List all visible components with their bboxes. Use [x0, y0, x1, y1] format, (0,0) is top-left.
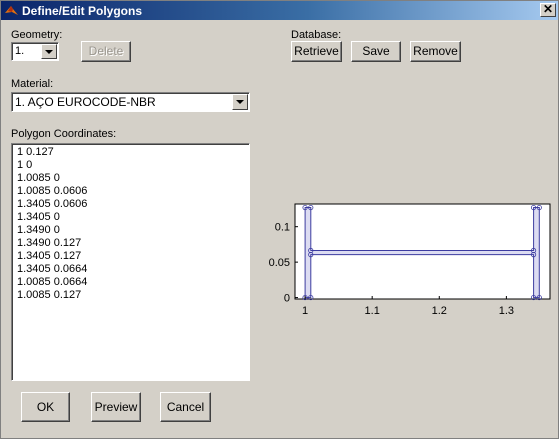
retrieve-button[interactable]: Retrieve: [291, 41, 342, 62]
coord-line: 1.3490 0.127: [17, 237, 82, 249]
chevron-down-icon[interactable]: [232, 94, 248, 110]
y-tick-label: 0: [284, 293, 290, 305]
ok-button[interactable]: OK: [21, 392, 70, 422]
delete-button[interactable]: Delete: [81, 41, 131, 62]
window-title: Define/Edit Polygons: [22, 4, 143, 18]
x-tick-label: 1.2: [432, 305, 447, 317]
coord-line: 1.0085 0.127: [17, 289, 82, 301]
database-label: Database:: [291, 29, 342, 41]
polygon-coordinates-textarea[interactable]: 1 0.127 1 0 1.0085 0 1.0085 0.0606 1.340…: [11, 143, 250, 381]
coord-line: 1.3405 0.0606: [17, 198, 88, 210]
y-tick-label: 0.05: [269, 257, 290, 269]
material-select[interactable]: 1. AÇO EUROCODE-NBR: [11, 92, 250, 112]
x-tick-label: 1.3: [499, 305, 514, 317]
coord-line: 1.0085 0: [17, 172, 60, 184]
x-tick-label: 1: [302, 305, 308, 317]
coord-line: 1.3490 0: [17, 224, 60, 236]
coord-line: 1 0: [17, 159, 33, 171]
coord-line: 1.0085 0.0664: [17, 276, 88, 288]
define-edit-polygons-window: Define/Edit Polygons ✕ Geometry: 1. Dele…: [0, 0, 559, 439]
coord-line: 1.3405 0.127: [17, 250, 82, 262]
polygon-preview-plot: 1 1.1 1.2 1.3 0 0.05 0.1: [269, 203, 551, 317]
title-bar[interactable]: Define/Edit Polygons ✕: [1, 1, 558, 20]
geometry-label: Geometry:: [11, 29, 63, 41]
coord-line: 1.3405 0: [17, 211, 60, 223]
y-tick-label: 0.1: [275, 222, 290, 234]
close-button[interactable]: ✕: [540, 3, 556, 17]
geometry-select[interactable]: 1.: [11, 42, 59, 61]
coord-line: 1 0.127: [17, 146, 54, 158]
matlab-icon: [5, 6, 18, 15]
save-button[interactable]: Save: [351, 41, 401, 62]
material-label: Material:: [11, 78, 54, 90]
polygon-coordinates-label: Polygon Coordinates:: [11, 128, 117, 140]
geometry-value: 1.: [15, 45, 25, 57]
material-value: 1. AÇO EUROCODE-NBR: [15, 95, 156, 109]
coord-line: 1.0085 0.0606: [17, 185, 88, 197]
chevron-down-icon[interactable]: [41, 44, 57, 59]
coord-line: 1.3405 0.0664: [17, 263, 88, 275]
remove-button[interactable]: Remove: [410, 41, 461, 62]
preview-button[interactable]: Preview: [91, 392, 141, 422]
cancel-button[interactable]: Cancel: [160, 392, 211, 422]
x-tick-label: 1.1: [365, 305, 380, 317]
